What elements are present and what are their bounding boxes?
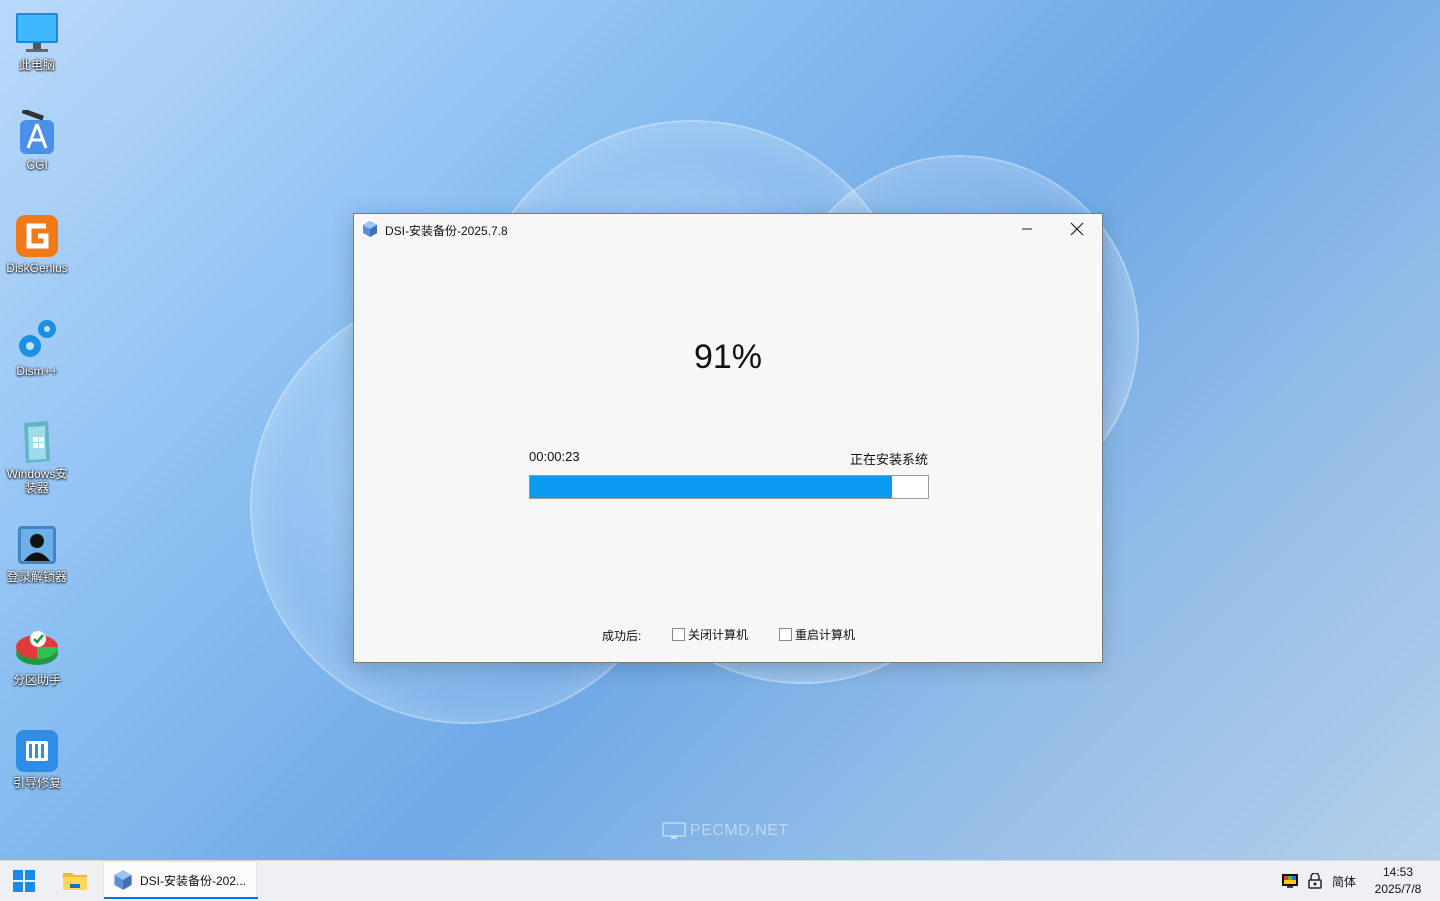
diskgenius-icon (14, 213, 60, 259)
input-language[interactable]: 简体 (1332, 861, 1356, 901)
desktop: 此电脑 CGI DiskGenius Dism++ Windows安装器 登录解… (0, 0, 1440, 860)
clock-time: 14:53 (1382, 865, 1414, 879)
wallpaper-watermark: PECMD.NET (662, 822, 789, 840)
cube-app-icon (361, 220, 379, 238)
desktop-icon-partition-assistant[interactable]: 分区助手 (2, 625, 72, 687)
minimize-button[interactable] (1004, 214, 1050, 244)
elapsed-time: 00:00:23 (529, 449, 580, 464)
desktop-icon-label: DiskGenius (6, 261, 68, 275)
tray-lock-icon[interactable] (1308, 861, 1322, 901)
desktop-icon-label: 引导修复 (12, 776, 61, 790)
desktop-icon-label: CGI (26, 158, 48, 172)
folder-icon (63, 873, 87, 890)
display-settings-icon (1282, 874, 1298, 888)
user-icon (14, 522, 60, 568)
checkbox-box[interactable] (779, 628, 792, 641)
close-button[interactable] (1054, 214, 1100, 244)
windows-installer-icon (14, 419, 60, 465)
progress-bar (529, 475, 929, 499)
progress-percent: 91% (693, 338, 763, 376)
desktop-icon-login-unlocker[interactable]: 登录解锁器 (2, 522, 72, 584)
taskbar-app-label: DSI-安装备份-202... (140, 873, 247, 888)
taskbar-app-dsi[interactable]: DSI-安装备份-202... (103, 861, 258, 899)
desktop-icon-label: Windows安装器 (6, 467, 68, 495)
restart-checkbox[interactable]: 重启计算机 (779, 626, 855, 643)
desktop-icon-label: 登录解锁器 (6, 570, 67, 584)
desktop-icon-label: 分区助手 (12, 673, 61, 687)
boot-repair-icon (14, 728, 60, 774)
cube-app-icon (114, 870, 132, 890)
cgi-tool-icon (14, 108, 60, 156)
windows-logo-icon (13, 870, 35, 892)
close-icon (1070, 222, 1084, 236)
file-explorer-button[interactable] (54, 861, 96, 901)
title-bar[interactable]: DSI-安装备份-2025.7.8 (354, 214, 1102, 246)
taskbar: DSI-安装备份-202... 简体 14:53 2025/7/8 (0, 860, 1440, 901)
watermark-text: PECMD.NET (690, 822, 789, 839)
computer-icon (14, 10, 60, 56)
desktop-icon-cgi[interactable]: CGI (2, 108, 72, 172)
desktop-icon-label: 此电脑 (18, 58, 55, 72)
tray-display-icon[interactable] (1281, 861, 1299, 901)
system-clock[interactable]: 14:53 2025/7/8 (1366, 864, 1430, 898)
desktop-icon-dism[interactable]: Dism++ (2, 316, 72, 378)
desktop-icon-label: Dism++ (16, 364, 58, 378)
clock-date: 2025/7/8 (1374, 882, 1422, 896)
restart-label: 重启计算机 (795, 628, 856, 642)
desktop-icon-windows-installer[interactable]: Windows安装器 (2, 419, 72, 495)
checkbox-box[interactable] (672, 628, 685, 641)
status-text: 正在安装系统 (849, 452, 928, 467)
desktop-icon-diskgenius[interactable]: DiskGenius (2, 213, 72, 275)
window-title: DSI-安装备份-2025.7.8 (385, 224, 508, 238)
desktop-icon-boot-repair[interactable]: 引导修复 (2, 728, 72, 790)
start-button[interactable] (4, 861, 44, 901)
shutdown-label: 关闭计算机 (688, 628, 749, 642)
gear-icon (14, 316, 60, 362)
after-success-label: 成功后: (602, 629, 642, 643)
partition-icon (14, 625, 60, 671)
minimize-icon (1022, 228, 1032, 230)
installer-window: DSI-安装备份-2025.7.8 91% 00:00:23 正在安装系统 成功… (353, 213, 1103, 663)
desktop-icon-this-pc[interactable]: 此电脑 (2, 10, 72, 72)
lock-icon (1308, 873, 1322, 889)
progress-fill (530, 476, 893, 498)
monitor-icon (662, 822, 686, 839)
shutdown-checkbox[interactable]: 关闭计算机 (672, 626, 748, 643)
